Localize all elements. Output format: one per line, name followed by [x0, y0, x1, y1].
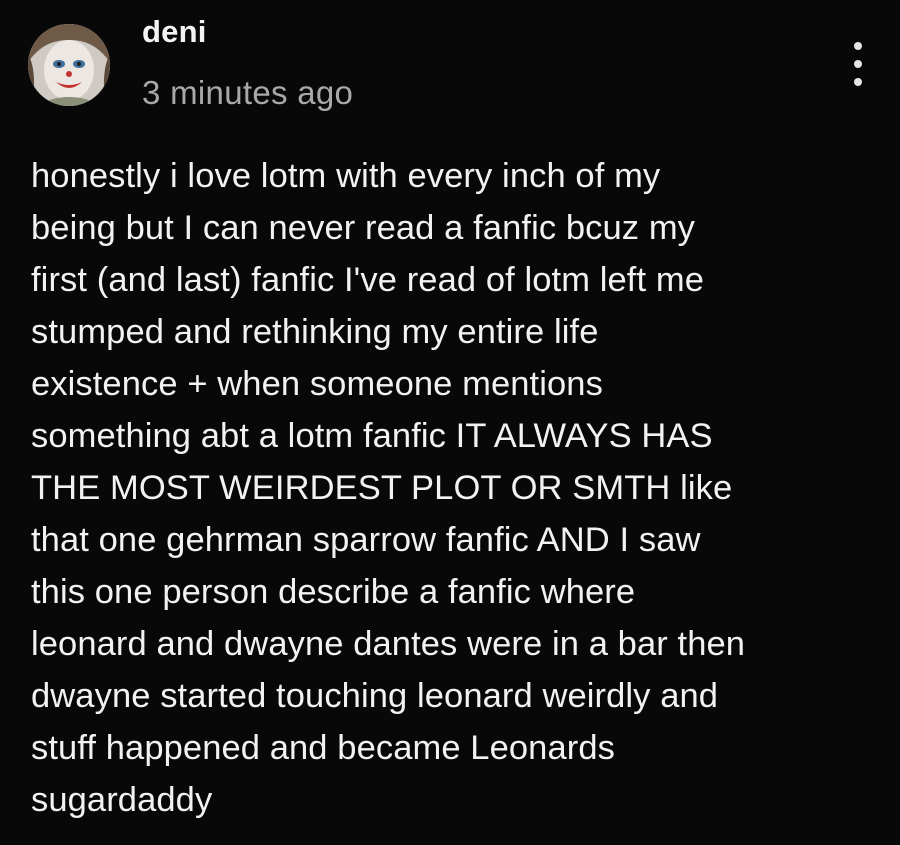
comment-line: sugardaddy	[31, 781, 213, 819]
comment-card: deni 3 minutes ago honestly i love lotm …	[0, 0, 900, 845]
comment-line: first (and last) fanfic I've read of lot…	[31, 261, 704, 299]
clown-avatar-icon	[28, 24, 110, 106]
comment-line: something abt a lotm fanfic IT ALWAYS HA…	[31, 417, 713, 455]
more-dot	[854, 42, 862, 50]
more-dot	[854, 60, 862, 68]
comment-line: this one person describe a fanfic where	[31, 573, 636, 611]
comment-line: stuff happened and became Leonards	[31, 729, 615, 767]
comment-line: dwayne started touching leonard weirdly …	[31, 677, 719, 715]
comment-line: that one gehrman sparrow fanfic AND I sa…	[31, 521, 701, 559]
comment-line: THE MOST WEIRDEST PLOT OR SMTH like	[31, 469, 733, 507]
more-dot	[854, 78, 862, 86]
comment-body: honestly i love lotm with every inch of …	[31, 150, 881, 826]
comment-author[interactable]: deni	[142, 14, 207, 50]
comment-line: being but I can never read a fanfic bcuz…	[31, 209, 696, 247]
comment-line: honestly i love lotm with every inch of …	[31, 157, 661, 195]
comment-line: existence + when someone mentions	[31, 365, 603, 403]
comment-line: leonard and dwayne dantes were in a bar …	[31, 625, 746, 663]
comment-timestamp: 3 minutes ago	[142, 74, 354, 111]
comment-line: stumped and rethinking my entire life	[31, 313, 599, 351]
avatar[interactable]	[28, 24, 110, 106]
more-vertical-icon[interactable]	[838, 36, 878, 92]
